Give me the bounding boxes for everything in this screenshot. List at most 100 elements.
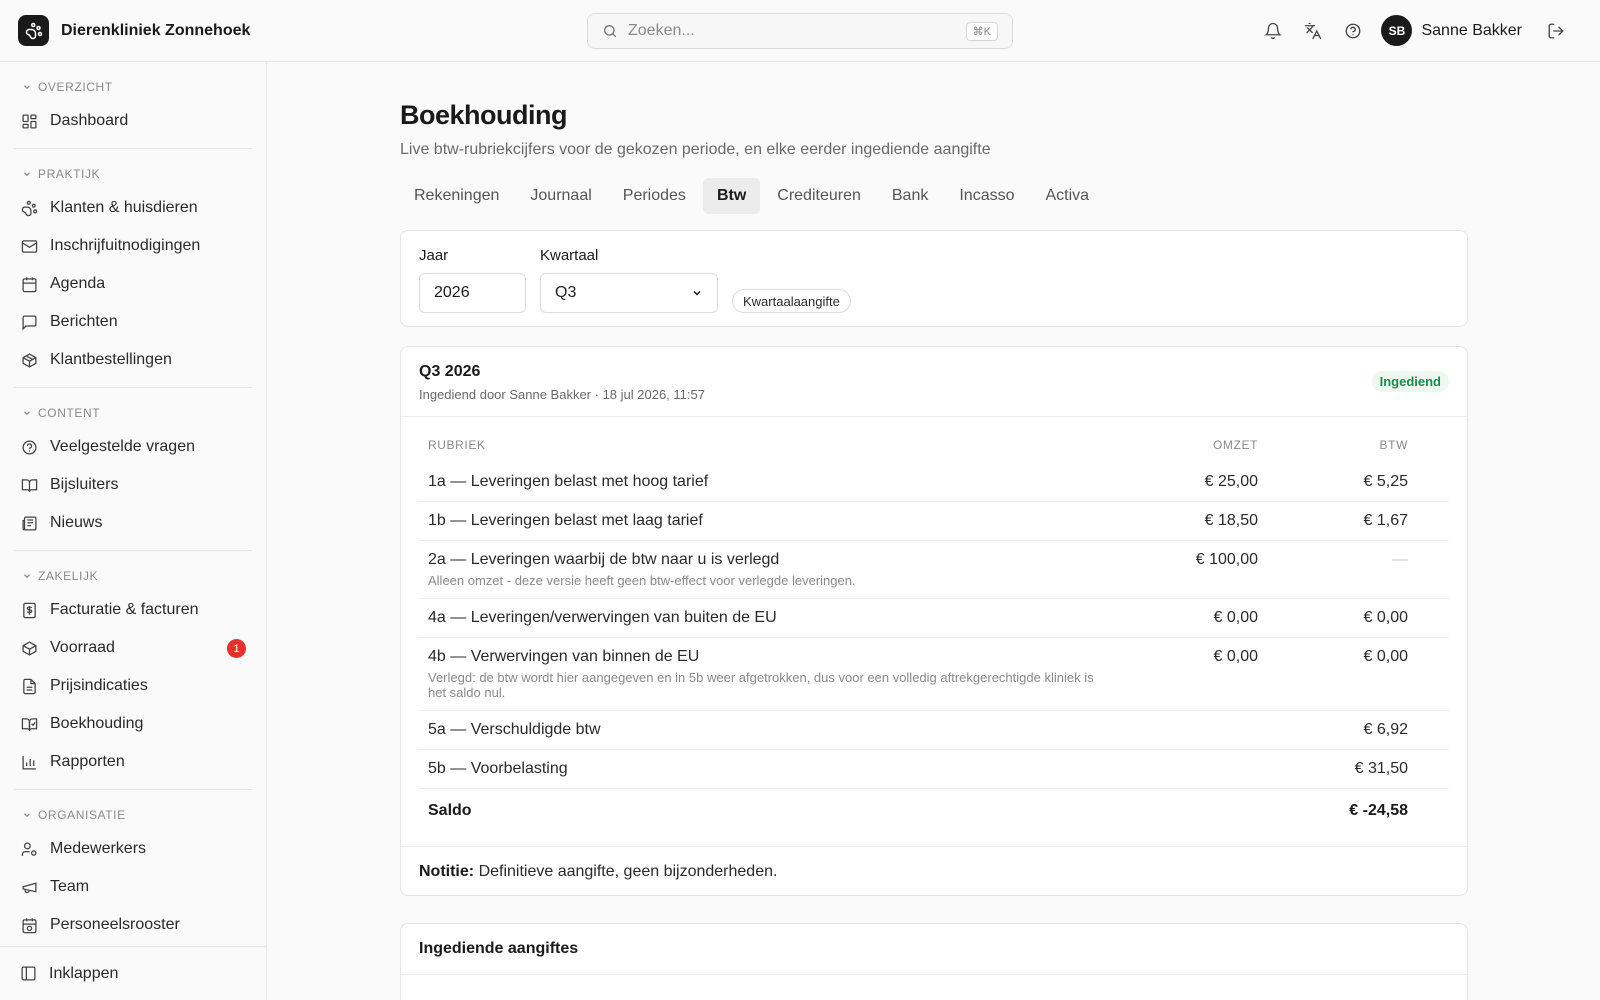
row-btw: € 0,00 bbox=[1363, 609, 1408, 626]
sidebar-item-faq[interactable]: Veelgestelde vragen bbox=[14, 428, 252, 466]
chevron-down-icon bbox=[24, 172, 30, 177]
search-bar[interactable]: ⌘K bbox=[587, 13, 1013, 49]
sidebar-section-overzicht: OVERZICHT Dashboard bbox=[0, 72, 266, 140]
sidebar-item-berichten[interactable]: Berichten bbox=[14, 303, 252, 341]
sidebar-item-boekhouding[interactable]: Boekhouding bbox=[14, 705, 252, 743]
divider bbox=[14, 387, 252, 388]
tab-rekeningen[interactable]: Rekeningen bbox=[400, 178, 513, 214]
table-row: 1a — Leveringen belast met hoog tarief €… bbox=[419, 463, 1449, 502]
sidebar-item-medewerkers[interactable]: Medewerkers bbox=[14, 830, 252, 868]
sidebar-item-klanten[interactable]: Klanten & huisdieren bbox=[14, 189, 252, 227]
chevron-down-icon bbox=[24, 574, 30, 579]
column-rubriek: RUBRIEK bbox=[428, 438, 486, 452]
row-label: 1b — Leveringen belast met laag tarief bbox=[428, 512, 703, 529]
tab-periodes[interactable]: Periodes bbox=[609, 178, 700, 214]
tab-activa[interactable]: Activa bbox=[1031, 178, 1103, 214]
chevron-down-icon bbox=[24, 813, 30, 818]
schedule-icon bbox=[20, 916, 38, 934]
year-input[interactable] bbox=[419, 273, 526, 313]
logout-icon[interactable] bbox=[1542, 17, 1570, 45]
section-title: CONTENT bbox=[38, 406, 101, 420]
tab-incasso[interactable]: Incasso bbox=[945, 178, 1028, 214]
submitted-declarations-card: Ingediende aangiftes bbox=[400, 923, 1468, 1000]
top-bar: Dierenkliniek Zonnehoek ⌘K SB Sanne Bakk… bbox=[0, 0, 1600, 62]
brand[interactable]: Dierenkliniek Zonnehoek bbox=[18, 15, 250, 46]
column-btw: BTW bbox=[1379, 438, 1408, 452]
divider bbox=[14, 550, 252, 551]
table-row: 4a — Leveringen/verwervingen van buiten … bbox=[419, 599, 1449, 638]
sidebar-item-agenda[interactable]: Agenda bbox=[14, 265, 252, 303]
report-note: Notitie: Definitieve aangifte, geen bijz… bbox=[401, 846, 1467, 895]
submitted-title: Ingediende aangiftes bbox=[401, 924, 1467, 975]
sidebar-section-organisatie: ORGANISATIE Medewerkers Team Personeelsr… bbox=[0, 800, 266, 944]
row-label: 4b — Verwervingen van binnen de EU bbox=[428, 648, 700, 665]
sidebar-item-team[interactable]: Team bbox=[14, 868, 252, 906]
chevron-down-icon bbox=[693, 290, 701, 296]
table-row: 2a — Leveringen waarbij de btw naar u is… bbox=[419, 541, 1449, 599]
sidebar-item-label: Bijsluiters bbox=[50, 476, 119, 493]
section-toggle[interactable]: CONTENT bbox=[14, 398, 252, 428]
mail-icon bbox=[20, 237, 38, 255]
sidebar-item-prijsindicaties[interactable]: Prijsindicaties bbox=[14, 667, 252, 705]
report-header: Q3 2026 Ingediend door Sanne Bakker · 18… bbox=[401, 347, 1467, 417]
sidebar-item-klantbestellingen[interactable]: Klantbestellingen bbox=[14, 341, 252, 379]
top-right-actions: SB Sanne Bakker bbox=[1247, 15, 1570, 46]
megaphone-icon bbox=[20, 878, 38, 896]
row-label: 1a — Leveringen belast met hoog tarief bbox=[428, 473, 709, 490]
quarter-select[interactable]: Q3 bbox=[540, 273, 718, 313]
help-icon[interactable] bbox=[1339, 17, 1367, 45]
row-btw: € 0,00 bbox=[1363, 648, 1408, 665]
tab-bank[interactable]: Bank bbox=[878, 178, 942, 214]
translate-icon[interactable] bbox=[1299, 17, 1327, 45]
collapse-sidebar-button[interactable]: Inklappen bbox=[0, 946, 266, 1000]
row-btw: € 31,50 bbox=[1354, 760, 1408, 777]
sidebar-panel-icon bbox=[20, 965, 37, 982]
row-omzet: € 25,00 bbox=[1204, 473, 1258, 490]
sidebar-item-label: Klanten & huisdieren bbox=[50, 199, 198, 216]
divider bbox=[14, 789, 252, 790]
help-circle-icon bbox=[20, 438, 38, 456]
section-title: OVERZICHT bbox=[38, 80, 113, 94]
section-toggle[interactable]: ZAKELIJK bbox=[14, 561, 252, 591]
sidebar-item-bijsluiters[interactable]: Bijsluiters bbox=[14, 466, 252, 504]
ledger-icon bbox=[20, 715, 38, 733]
section-toggle[interactable]: OVERZICHT bbox=[14, 72, 252, 102]
sidebar-item-dashboard[interactable]: Dashboard bbox=[14, 102, 252, 140]
row-omzet: € 18,50 bbox=[1204, 512, 1258, 529]
invoice-icon bbox=[20, 601, 38, 619]
sidebar-item-rapporten[interactable]: Rapporten bbox=[14, 743, 252, 781]
tab-crediteuren[interactable]: Crediteuren bbox=[763, 178, 875, 214]
bell-icon[interactable] bbox=[1259, 17, 1287, 45]
tab-bar: Rekeningen Journaal Periodes Btw Credite… bbox=[400, 178, 1468, 214]
section-toggle[interactable]: ORGANISATIE bbox=[14, 800, 252, 830]
section-toggle[interactable]: PRAKTIJK bbox=[14, 159, 252, 189]
row-omzet: € 0,00 bbox=[1213, 648, 1258, 665]
sidebar-item-label: Team bbox=[50, 878, 90, 895]
message-icon bbox=[20, 313, 38, 331]
sidebar-item-inschrijfuitnodigingen[interactable]: Inschrijfuitnodigingen bbox=[14, 227, 252, 265]
sidebar-item-nieuws[interactable]: Nieuws bbox=[14, 504, 252, 542]
collapse-label: Inklappen bbox=[49, 964, 119, 982]
avatar[interactable]: SB bbox=[1381, 15, 1413, 46]
sidebar-section-praktijk: PRAKTIJK Klanten & huisdieren Inschrijfu… bbox=[0, 159, 266, 379]
status-badge: Ingediend bbox=[1371, 371, 1449, 392]
section-title: ORGANISATIE bbox=[38, 808, 126, 822]
note-label: Notitie: bbox=[419, 863, 475, 880]
row-label: 5a — Verschuldigde btw bbox=[428, 721, 601, 738]
sidebar-item-label: Veelgestelde vragen bbox=[50, 438, 195, 455]
report-period: Q3 2026 bbox=[419, 363, 481, 380]
box-icon bbox=[20, 639, 38, 657]
row-note: Verlegd: de btw wordt hier aangegeven en… bbox=[428, 670, 1094, 700]
sidebar-item-voorraad[interactable]: Voorraad 1 bbox=[14, 629, 252, 667]
search-input[interactable] bbox=[628, 22, 966, 40]
sidebar-item-label: Klantbestellingen bbox=[50, 351, 172, 368]
tab-journaal[interactable]: Journaal bbox=[516, 178, 605, 214]
total-row: Saldo € -24,58 bbox=[419, 789, 1449, 846]
tab-btw[interactable]: Btw bbox=[702, 178, 761, 214]
sidebar-item-facturatie[interactable]: Facturatie & facturen bbox=[14, 591, 252, 629]
sidebar: OVERZICHT Dashboard PRAKTIJK Klanten & h… bbox=[0, 62, 267, 1000]
sidebar-item-personeelsrooster[interactable]: Personeelsrooster bbox=[14, 906, 252, 944]
quarter-filter: Kwartaal Q3 bbox=[540, 247, 718, 313]
sidebar-item-label: Boekhouding bbox=[50, 715, 144, 732]
user-name[interactable]: Sanne Bakker bbox=[1421, 22, 1522, 40]
